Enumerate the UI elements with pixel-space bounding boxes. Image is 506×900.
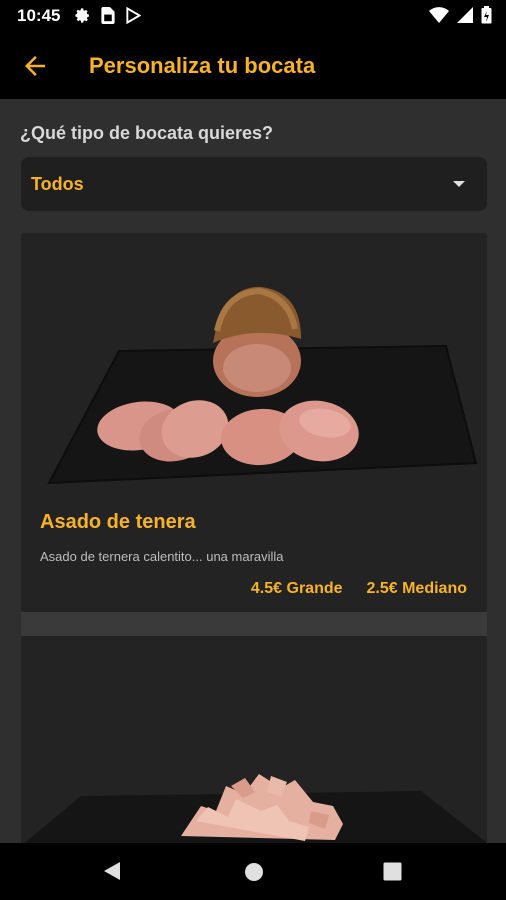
arrow-left-icon: [25, 56, 45, 76]
status-bar: 10:45: [0, 0, 506, 33]
card-description: Asado de ternera calentito... una maravi…: [40, 549, 284, 564]
app-bar: Personaliza tu bocata: [0, 33, 506, 99]
gear-icon: [74, 7, 91, 28]
product-card[interactable]: Asado de tenera Asado de ternera calenti…: [21, 233, 487, 612]
card-title: Asado de tenera: [40, 511, 196, 533]
page-title: Personaliza tu bocata: [89, 53, 316, 78]
nav-back-icon[interactable]: [102, 861, 122, 885]
chevron-down-icon: [453, 181, 465, 187]
price-medium[interactable]: 2.5€ Mediano: [367, 580, 467, 598]
status-right-icons: [429, 6, 492, 28]
type-select[interactable]: Todos: [21, 157, 487, 211]
wifi-icon: [429, 7, 449, 27]
status-left-icons: [74, 6, 142, 28]
back-button[interactable]: [20, 51, 50, 81]
product-image: [21, 636, 487, 846]
status-time: 10:45: [17, 6, 61, 25]
product-image: [21, 233, 487, 493]
filter-question: ¿Qué tipo de bocata quieres?: [20, 123, 274, 143]
product-card[interactable]: [21, 636, 487, 846]
sim-card-icon: [101, 7, 115, 28]
navigation-bar: [0, 843, 506, 900]
type-select-value: Todos: [31, 174, 84, 194]
card-separator: [21, 612, 487, 636]
card-prices: 4.5€ Grande 2.5€ Mediano: [251, 580, 467, 598]
price-large[interactable]: 4.5€ Grande: [251, 580, 343, 598]
signal-icon: [457, 7, 473, 27]
play-store-icon: [125, 6, 142, 28]
nav-recent-icon[interactable]: [383, 862, 402, 885]
battery-icon: [481, 6, 492, 28]
nav-home-icon[interactable]: [244, 862, 264, 886]
